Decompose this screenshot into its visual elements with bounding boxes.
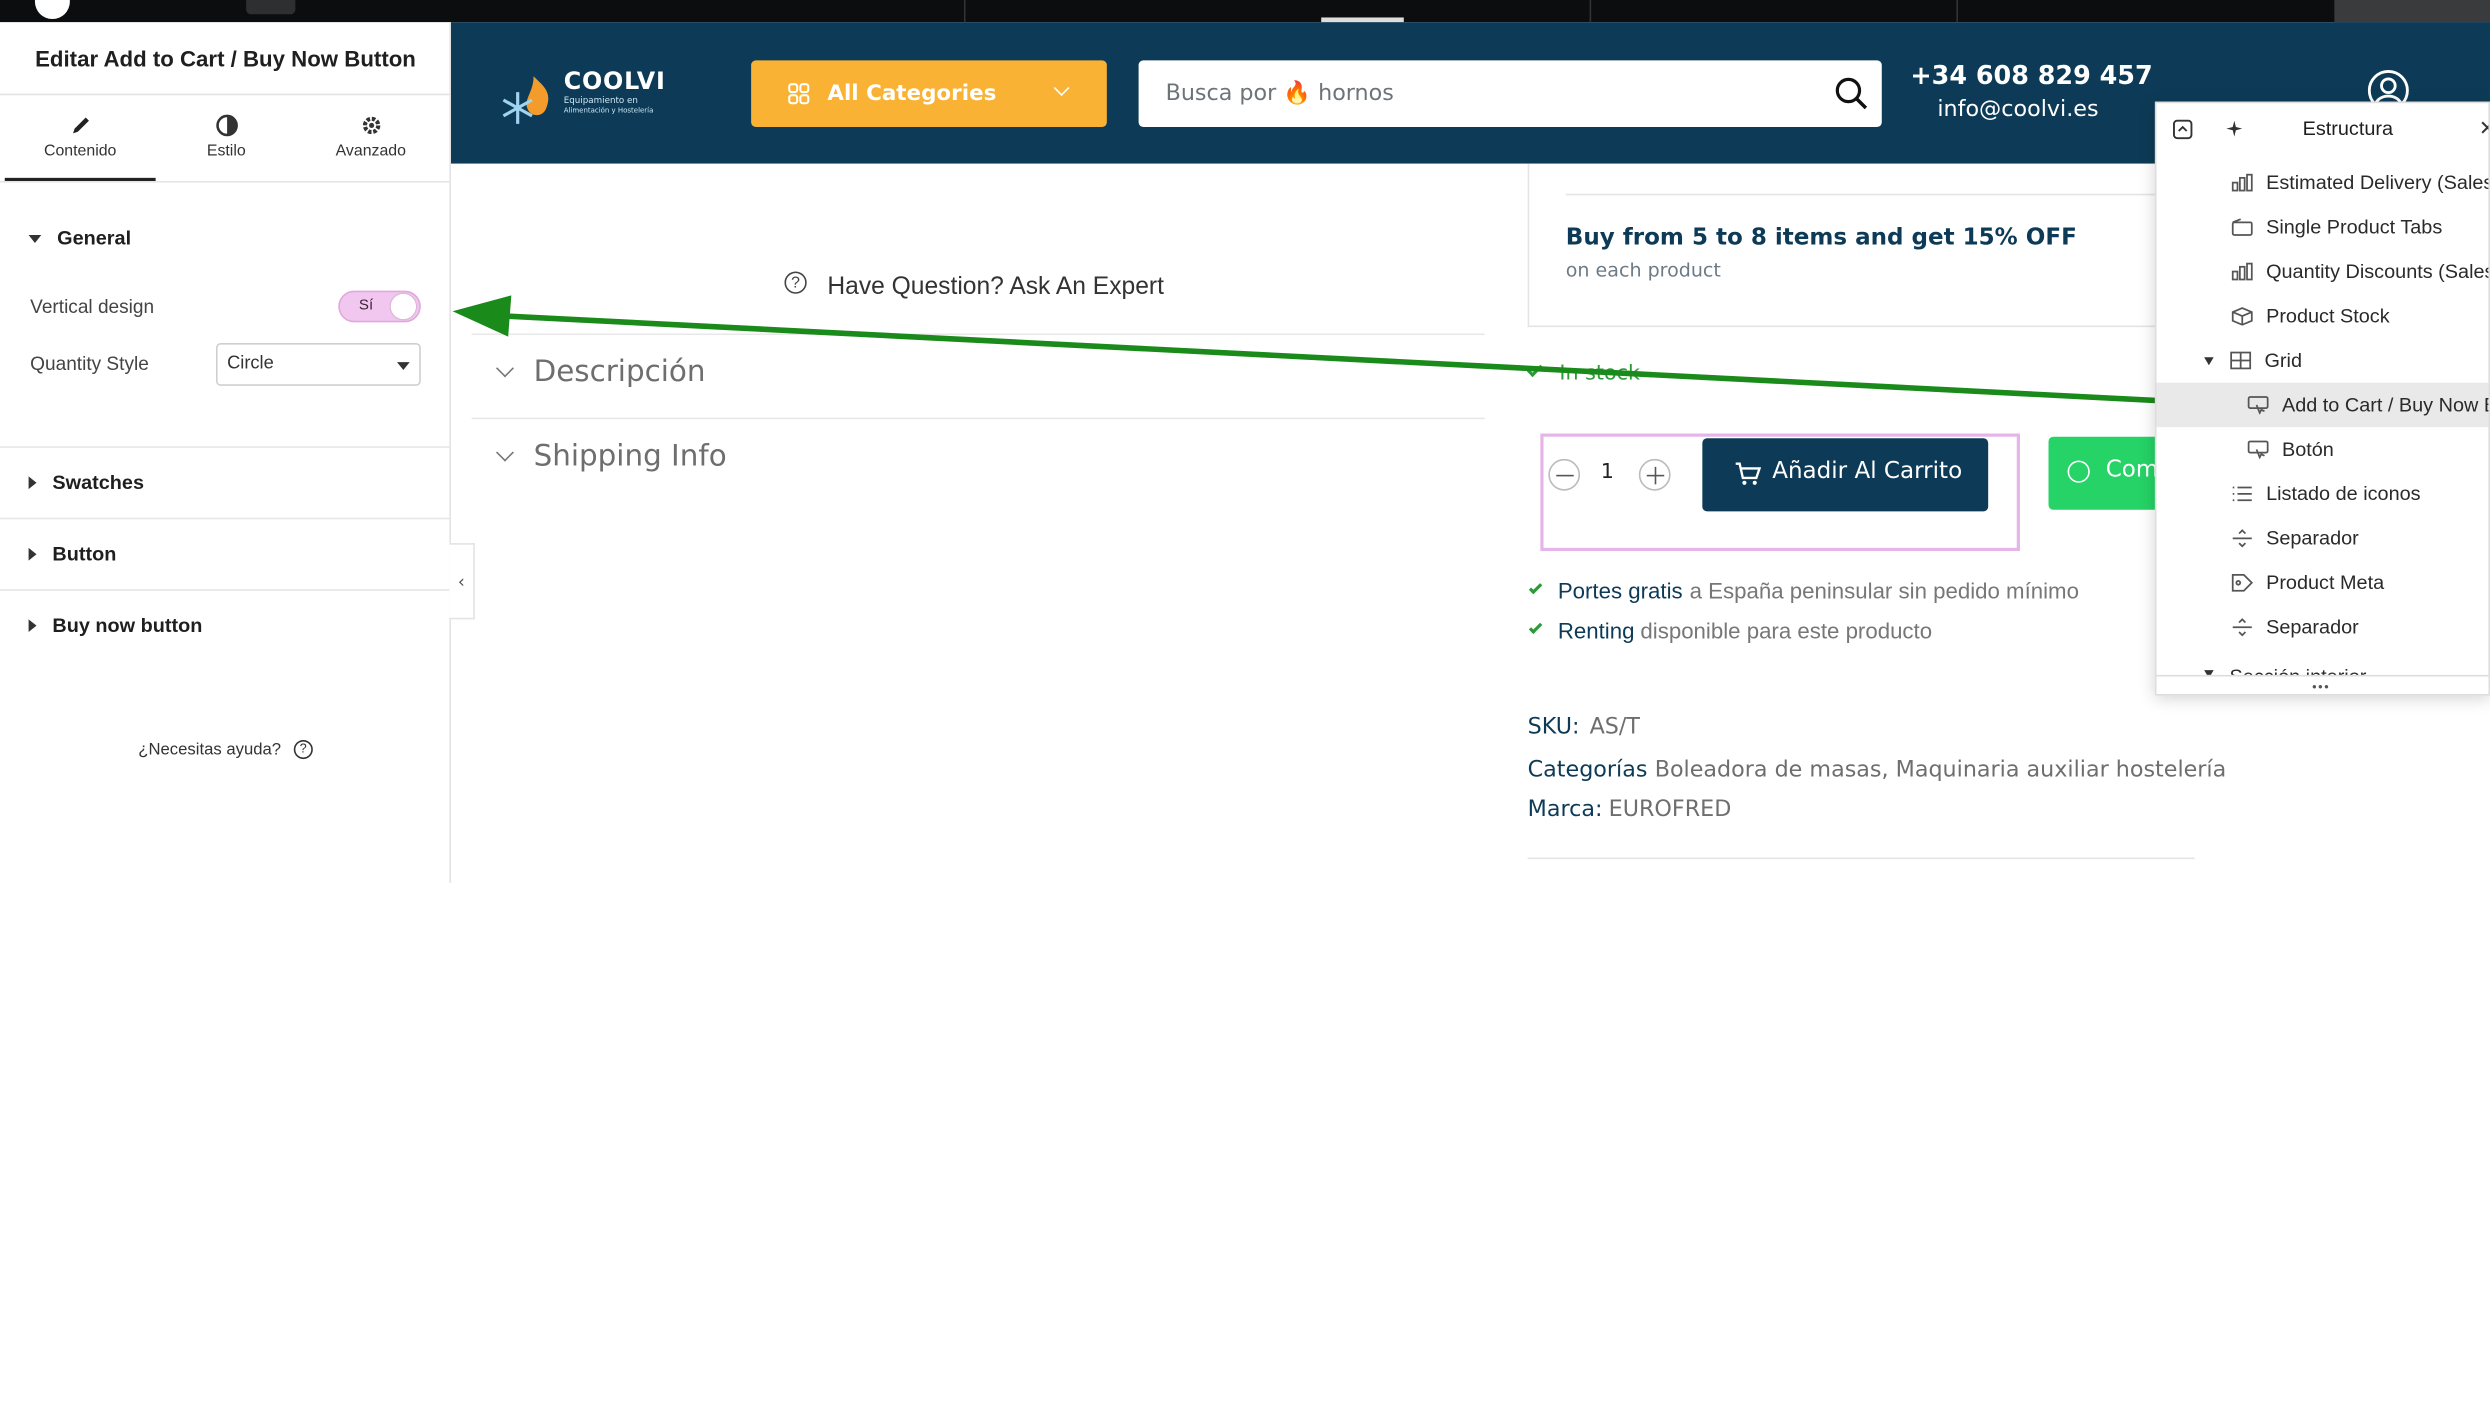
structure-item-label: Listado de iconos xyxy=(2266,482,2421,505)
structure-item-label: Single Product Tabs xyxy=(2266,215,2443,239)
structure-item-label: Botón xyxy=(2281,438,2334,461)
close-icon[interactable]: ✕ xyxy=(2479,116,2489,141)
structure-item-label: Quantity Discounts (Sales xyxy=(2266,260,2490,283)
structure-item-label: Estimated Delivery (Sales xyxy=(2266,171,2490,194)
meta-icon xyxy=(2231,573,2254,592)
cart-button-icon xyxy=(2247,396,2269,415)
divider-icon xyxy=(2232,618,2252,637)
structure-title: Estructura xyxy=(2302,117,2394,140)
tabs-icon xyxy=(2231,218,2253,236)
grid-icon xyxy=(2230,351,2252,370)
structure-item[interactable]: Product Meta xyxy=(2157,561,2489,605)
structure-item-label: Grid xyxy=(2264,349,2303,372)
structure-item[interactable]: Quantity Discounts (Sales xyxy=(2157,249,2490,293)
structure-item[interactable]: Listado de iconos xyxy=(2157,472,2489,516)
structure-item[interactable]: Estimated Delivery (Sales xyxy=(2157,160,2490,204)
box-icon xyxy=(2231,307,2253,326)
ai-sparkle-icon[interactable] xyxy=(2223,118,2245,140)
divider-icon xyxy=(2232,529,2252,548)
structure-item[interactable]: Separador xyxy=(2157,516,2489,560)
structure-item[interactable]: Separador xyxy=(2157,605,2489,649)
structure-item-selected[interactable]: Add to Cart / Buy Now B xyxy=(2156,382,2490,428)
structure-item-grid[interactable]: Grid xyxy=(2157,338,2489,382)
structure-item[interactable]: Product Stock xyxy=(2157,294,2489,338)
structure-item-label: Separador xyxy=(2266,527,2359,550)
list-icon xyxy=(2232,486,2252,502)
structure-item[interactable]: Single Product Tabs xyxy=(2157,205,2489,249)
structure-item-label: Add to Cart / Buy Now B xyxy=(2281,393,2490,417)
chart-icon xyxy=(2231,262,2253,281)
resize-handle[interactable]: ••• xyxy=(2156,674,2489,694)
structure-item-label: Separador xyxy=(2266,616,2359,639)
chart-icon xyxy=(2231,173,2253,192)
structure-item-label: Product Stock xyxy=(2266,304,2390,328)
annotation-arrow xyxy=(452,295,2213,407)
caret-down-icon xyxy=(2204,356,2214,365)
structure-panel: Estructura ✕ Estimated Delivery (Sales S… xyxy=(2154,101,2490,696)
structure-item-label: Product Meta xyxy=(2266,571,2385,594)
button-icon xyxy=(2247,440,2269,459)
grip-icon: ••• xyxy=(2312,679,2331,694)
collapse-panel-icon[interactable] xyxy=(2172,119,2193,140)
structure-item[interactable]: Botón xyxy=(2157,427,2489,471)
